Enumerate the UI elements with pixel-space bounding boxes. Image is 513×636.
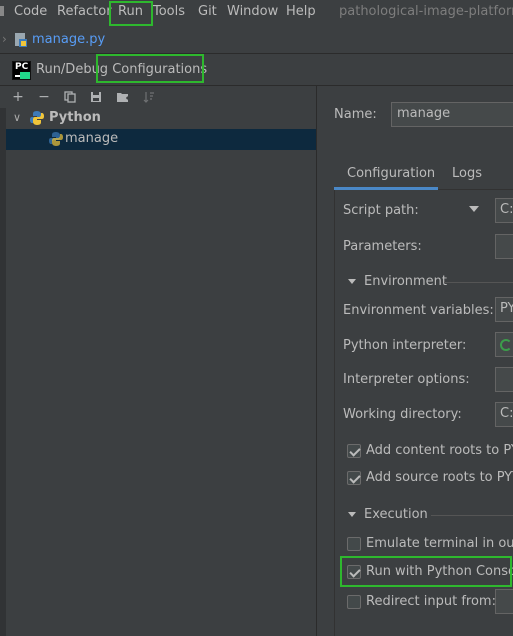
python-interpreter-label: Python interpreter:	[343, 338, 467, 353]
menu-refactor[interactable]: Refactor	[57, 4, 112, 19]
working-directory-label: Working directory:	[343, 407, 462, 422]
tree-label-python: Python	[49, 110, 101, 125]
menu-window[interactable]: Window	[227, 4, 278, 19]
name-label: Name:	[334, 107, 377, 122]
save-config-icon[interactable]	[87, 88, 105, 106]
parameters-field[interactable]	[495, 234, 513, 259]
highlight-configurations	[96, 54, 204, 83]
config-toolbar: + −	[0, 86, 316, 108]
source-roots-checkbox[interactable]	[347, 471, 361, 485]
script-path-field[interactable]: C:	[495, 198, 513, 223]
menu-git[interactable]: Git	[198, 4, 217, 19]
environment-divider	[444, 282, 513, 283]
script-path-label: Script path:	[343, 203, 419, 218]
highlight-run-menu	[109, 1, 153, 26]
source-roots-label: Add source roots to PYTH	[366, 470, 513, 485]
content-roots-label: Add content roots to PYT	[366, 443, 513, 458]
new-folder-icon[interactable]	[114, 88, 132, 106]
python-file-icon	[15, 33, 27, 47]
env-vars-label: Environment variables:	[343, 303, 494, 318]
redirect-input-field[interactable]	[495, 589, 513, 614]
remove-config-icon[interactable]: −	[35, 88, 53, 106]
environment-collapse-icon[interactable]	[348, 279, 356, 284]
dialog-title-bar: PC Run/Debug Configurations	[0, 55, 513, 86]
tab-configuration[interactable]: Configuration	[347, 166, 435, 181]
redirect-input-label: Redirect input from:	[366, 594, 496, 609]
breadcrumb-chevron-icon: ›	[2, 32, 7, 46]
tree-label-manage: manage	[65, 131, 119, 146]
pycharm-logo-icon: PC	[12, 61, 31, 80]
menu-tools[interactable]: Tools	[153, 4, 185, 19]
script-type-dropdown-icon[interactable]	[469, 206, 479, 212]
breadcrumb: › manage.py	[0, 26, 513, 54]
file-tab-manage[interactable]: manage.py	[32, 32, 105, 47]
redirect-input-checkbox[interactable]	[347, 595, 361, 609]
interpreter-options-label: Interpreter options:	[343, 372, 470, 387]
tab-logs[interactable]: Logs	[452, 166, 482, 181]
python-icon	[30, 111, 44, 125]
emulate-terminal-checkbox[interactable]	[347, 537, 361, 551]
config-editor: Name: manage Configuration Logs Script p…	[317, 86, 513, 636]
menu-bar: Code Refactor Run Tools Git Window Help …	[0, 0, 513, 26]
working-directory-field[interactable]: C:	[495, 402, 513, 427]
tree-group-python[interactable]: ∨ Python	[6, 108, 316, 129]
name-field[interactable]: manage	[391, 102, 513, 127]
highlight-run-console	[340, 556, 512, 587]
execution-collapse-icon[interactable]	[348, 512, 356, 517]
config-tabs: Configuration Logs	[334, 160, 513, 190]
parameters-label: Parameters:	[343, 239, 422, 254]
menu-overflow-indicator	[0, 6, 4, 16]
interpreter-options-field[interactable]	[495, 367, 513, 392]
menu-code[interactable]: Code	[14, 4, 47, 19]
execution-section-title: Execution	[364, 507, 428, 522]
chevron-down-icon[interactable]: ∨	[13, 111, 21, 124]
env-vars-field[interactable]: PY	[495, 297, 513, 322]
execution-divider	[431, 515, 513, 516]
environment-section-title: Environment	[364, 274, 448, 289]
add-config-icon[interactable]: +	[9, 88, 27, 106]
sort-icon[interactable]	[140, 88, 158, 106]
copy-config-icon[interactable]	[61, 88, 79, 106]
project-name: pathological-image-platform	[339, 4, 513, 19]
python-config-icon	[49, 132, 63, 146]
config-tree: ∨ Python manage	[6, 108, 316, 636]
tree-item-manage[interactable]: manage	[6, 129, 316, 150]
content-roots-checkbox[interactable]	[347, 444, 361, 458]
menu-help[interactable]: Help	[286, 4, 316, 19]
emulate-terminal-label: Emulate terminal in outpu	[366, 536, 513, 551]
loading-spinner-icon	[500, 339, 512, 351]
